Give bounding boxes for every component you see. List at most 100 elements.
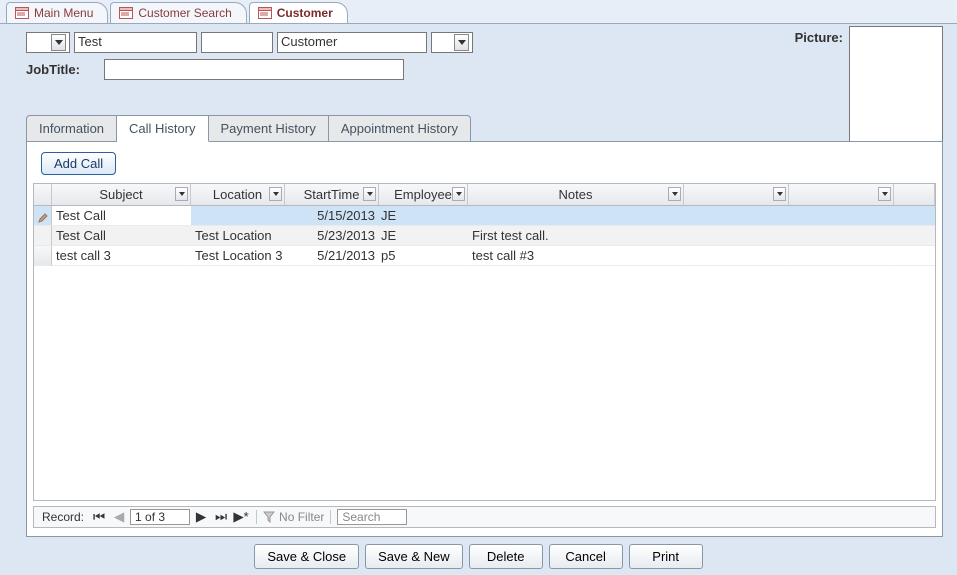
nav-first-button[interactable]: ⏮: [90, 509, 108, 525]
tab-appointment-history[interactable]: Appointment History: [329, 115, 471, 142]
jobtitle-field[interactable]: [104, 59, 404, 80]
cell-blank[interactable]: [684, 226, 789, 246]
cell-subject[interactable]: Test Call: [52, 226, 191, 246]
tab-payment-history[interactable]: Payment History: [209, 115, 329, 142]
picture-box[interactable]: [849, 26, 943, 144]
doc-tab-label: Main Menu: [34, 6, 93, 20]
row-selector[interactable]: [34, 226, 52, 246]
form-icon: [258, 7, 272, 19]
call-history-grid: Subject Location StartTime Employee Note…: [33, 183, 936, 501]
cell-location[interactable]: Test Location 3: [191, 246, 285, 266]
last-name-field[interactable]: Customer: [277, 32, 427, 53]
cell-notes[interactable]: First test call.: [468, 226, 684, 246]
grid-header: Subject Location StartTime Employee Note…: [34, 184, 935, 206]
doc-tab-customer[interactable]: Customer: [249, 2, 348, 23]
table-row[interactable]: Test Call Test Location 5/23/2013 JE Fir…: [34, 226, 935, 246]
suffix-combo[interactable]: [431, 32, 473, 53]
cell-subject[interactable]: Test Call: [52, 206, 191, 226]
record-position-field[interactable]: 1 of 3: [130, 509, 190, 525]
chevron-down-icon[interactable]: [269, 187, 282, 201]
save-close-button[interactable]: Save & Close: [254, 544, 359, 569]
form-icon: [119, 7, 133, 19]
cell-starttime[interactable]: 5/23/2013: [285, 226, 379, 246]
cell-blank[interactable]: [789, 206, 894, 226]
doc-tab-label: Customer Search: [138, 6, 231, 20]
customer-form: Test Customer JobTitle: Picture: Informa…: [0, 24, 957, 537]
col-starttime[interactable]: StartTime: [285, 184, 379, 205]
chevron-down-icon[interactable]: [363, 187, 376, 201]
cell-blank[interactable]: [789, 226, 894, 246]
doc-tab-main-menu[interactable]: Main Menu: [6, 2, 108, 23]
doc-tab-label: Customer: [277, 6, 333, 20]
cell-blank[interactable]: [894, 226, 935, 246]
col-blank[interactable]: [894, 184, 935, 205]
document-tabs: Main Menu Customer Search Customer: [0, 0, 957, 24]
cell-blank[interactable]: [684, 246, 789, 266]
doc-tab-customer-search[interactable]: Customer Search: [110, 2, 246, 23]
chevron-down-icon[interactable]: [878, 187, 891, 201]
tab-call-history[interactable]: Call History: [117, 115, 208, 142]
print-button[interactable]: Print: [629, 544, 703, 569]
nav-next-button[interactable]: ▶: [192, 509, 210, 525]
cancel-button[interactable]: Cancel: [549, 544, 623, 569]
filter-text: No Filter: [279, 510, 324, 524]
cell-notes[interactable]: [468, 206, 684, 226]
cell-starttime[interactable]: 5/21/2013: [285, 246, 379, 266]
first-name-field[interactable]: Test: [74, 32, 197, 53]
nav-prev-button[interactable]: ◀: [110, 509, 128, 525]
select-all-rows[interactable]: [34, 184, 52, 205]
save-new-button[interactable]: Save & New: [365, 544, 463, 569]
jobtitle-label: JobTitle:: [26, 62, 96, 77]
nav-new-button[interactable]: ▶*: [232, 509, 250, 525]
col-notes[interactable]: Notes: [468, 184, 684, 205]
cell-employee[interactable]: p5: [379, 246, 468, 266]
form-icon: [15, 7, 29, 19]
middle-name-field[interactable]: [201, 32, 273, 53]
funnel-icon: [263, 511, 275, 523]
cell-blank[interactable]: [684, 206, 789, 226]
cell-blank[interactable]: [894, 246, 935, 266]
picture-label: Picture:: [795, 30, 843, 45]
separator: [330, 510, 331, 524]
cell-location[interactable]: [191, 206, 285, 226]
cell-notes[interactable]: test call #3: [468, 246, 684, 266]
add-call-button[interactable]: Add Call: [41, 152, 116, 175]
cell-employee[interactable]: JE: [379, 226, 468, 246]
table-row[interactable]: Test Call 5/15/2013 JE: [34, 206, 935, 226]
cell-starttime[interactable]: 5/15/2013: [285, 206, 379, 226]
record-navigator: Record: ⏮ ◀ 1 of 3 ▶ ⏭ ▶* No Filter Sear…: [33, 506, 936, 528]
nav-last-button[interactable]: ⏭: [212, 509, 230, 525]
cell-subject[interactable]: test call 3: [52, 246, 191, 266]
row-selector[interactable]: [34, 206, 52, 226]
col-blank[interactable]: [789, 184, 894, 205]
search-input[interactable]: Search: [337, 509, 407, 525]
chevron-down-icon[interactable]: [773, 187, 786, 201]
chevron-down-icon[interactable]: [175, 187, 188, 201]
col-subject[interactable]: Subject: [52, 184, 191, 205]
col-blank[interactable]: [684, 184, 789, 205]
col-location[interactable]: Location: [191, 184, 285, 205]
cell-location[interactable]: Test Location: [191, 226, 285, 246]
detail-tabs: Information Call History Payment History…: [26, 114, 943, 537]
chevron-down-icon[interactable]: [51, 34, 66, 51]
pencil-icon: [38, 211, 48, 221]
tab-information[interactable]: Information: [26, 115, 117, 142]
call-history-panel: Add Call Subject Location StartTime Empl…: [26, 141, 943, 537]
table-row[interactable]: test call 3 Test Location 3 5/21/2013 p5…: [34, 246, 935, 266]
chevron-down-icon[interactable]: [452, 187, 465, 201]
chevron-down-icon[interactable]: [668, 187, 681, 201]
filter-toggle[interactable]: No Filter: [263, 510, 324, 524]
cell-blank[interactable]: [789, 246, 894, 266]
action-bar: Save & Close Save & New Delete Cancel Pr…: [0, 544, 957, 569]
row-selector[interactable]: [34, 246, 52, 266]
col-employee[interactable]: Employee: [379, 184, 468, 205]
chevron-down-icon[interactable]: [454, 34, 469, 51]
separator: [256, 510, 257, 524]
recnav-label: Record:: [38, 510, 88, 524]
jobtitle-row: JobTitle:: [26, 59, 943, 80]
grid-body: Test Call 5/15/2013 JE Test Call Test Lo…: [34, 206, 935, 266]
cell-employee[interactable]: JE: [379, 206, 468, 226]
prefix-combo[interactable]: [26, 32, 70, 53]
delete-button[interactable]: Delete: [469, 544, 543, 569]
cell-blank[interactable]: [894, 206, 935, 226]
